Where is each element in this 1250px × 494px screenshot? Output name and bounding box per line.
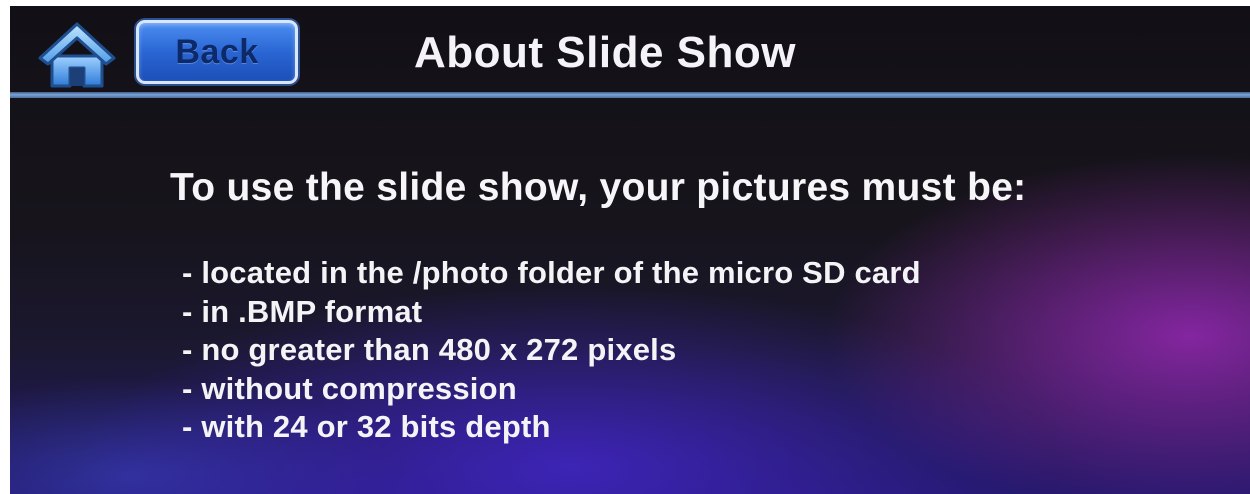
list-item: - no greater than 480 x 272 pixels xyxy=(182,332,677,367)
header-bar: Back About Slide Show xyxy=(10,6,1250,92)
main-content: To use the slide show, your pictures mus… xyxy=(10,98,1250,494)
list-item: - located in the /photo folder of the mi… xyxy=(182,255,921,290)
list-item: - with 24 or 32 bits depth xyxy=(182,409,551,444)
home-button[interactable] xyxy=(36,18,118,92)
home-icon xyxy=(38,22,116,88)
back-button-label: Back xyxy=(175,32,259,71)
list-item: - in .BMP format xyxy=(182,293,423,329)
intro-text: To use the slide show, your pictures mus… xyxy=(170,166,1027,209)
list-item: - without compression xyxy=(182,370,517,406)
page-title: About Slide Show xyxy=(414,28,796,77)
back-button[interactable]: Back xyxy=(136,20,298,84)
requirements-list: - located in the /photo folder of the mi… xyxy=(182,254,921,447)
device-screen: Back About Slide Show To use the slide s… xyxy=(10,6,1250,494)
